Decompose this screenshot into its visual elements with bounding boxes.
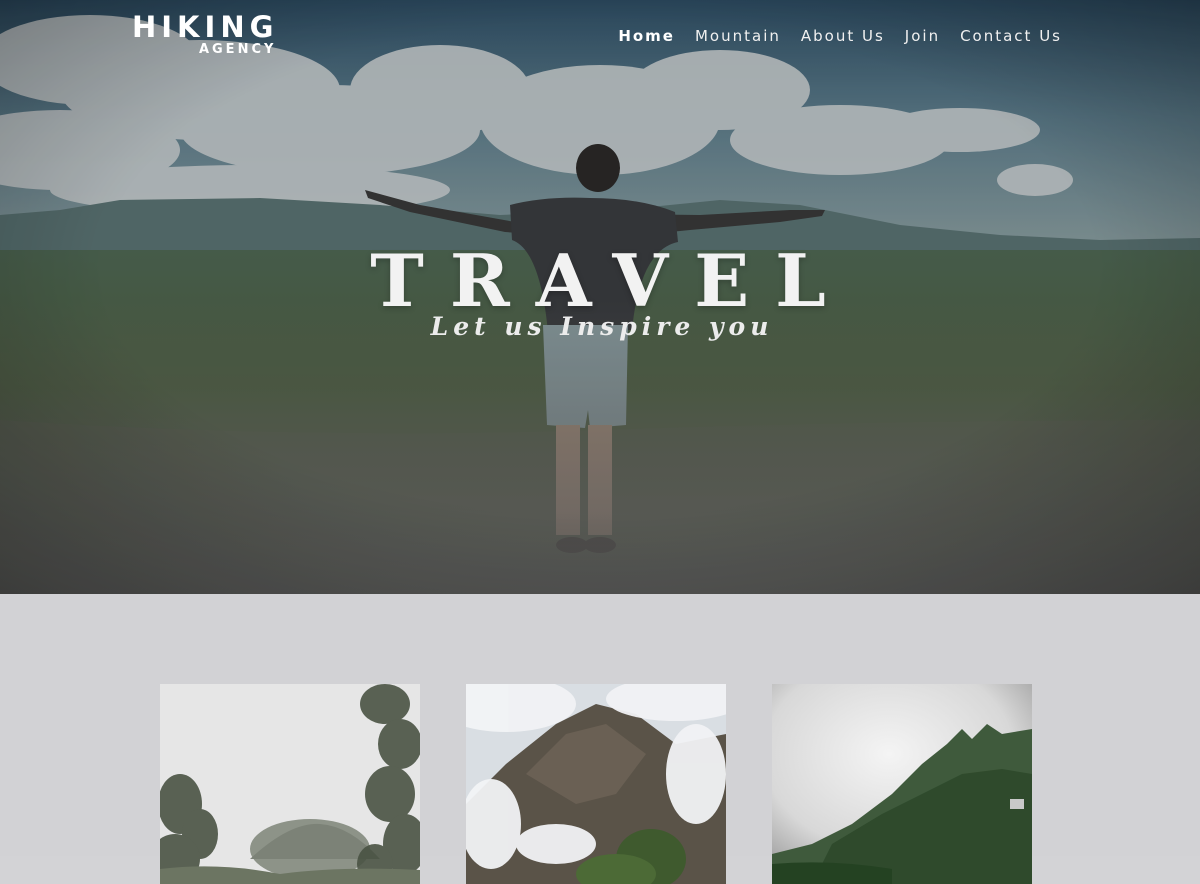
gallery-section	[0, 594, 1200, 884]
brand-logo[interactable]: HIKING AGENCY	[132, 12, 278, 57]
nav-item-contact-us[interactable]: Contact Us	[960, 26, 1062, 46]
green-ridge-image	[772, 684, 1032, 884]
brand-name: HIKING	[132, 10, 279, 44]
hero-section: HIKING AGENCY Home Mountain About Us Joi…	[0, 0, 1200, 594]
hero-subtitle: Let us Inspire you	[430, 312, 774, 341]
gallery-card-misty-forest[interactable]	[160, 684, 420, 884]
hero-title: TRAVEL	[370, 238, 852, 323]
gallery-card-green-ridge[interactable]	[772, 684, 1032, 884]
nav-item-join[interactable]: Join	[905, 26, 940, 46]
gallery-card-cloudy-mountain[interactable]	[466, 684, 726, 884]
main-nav: Home Mountain About Us Join Contact Us	[618, 26, 1062, 46]
nav-item-about-us[interactable]: About Us	[801, 26, 885, 46]
cloudy-mountain-image	[466, 684, 726, 884]
nav-item-mountain[interactable]: Mountain	[695, 26, 781, 46]
nav-item-home[interactable]: Home	[618, 26, 675, 46]
brand-tagline: AGENCY	[198, 42, 277, 57]
misty-forest-image	[160, 684, 420, 884]
